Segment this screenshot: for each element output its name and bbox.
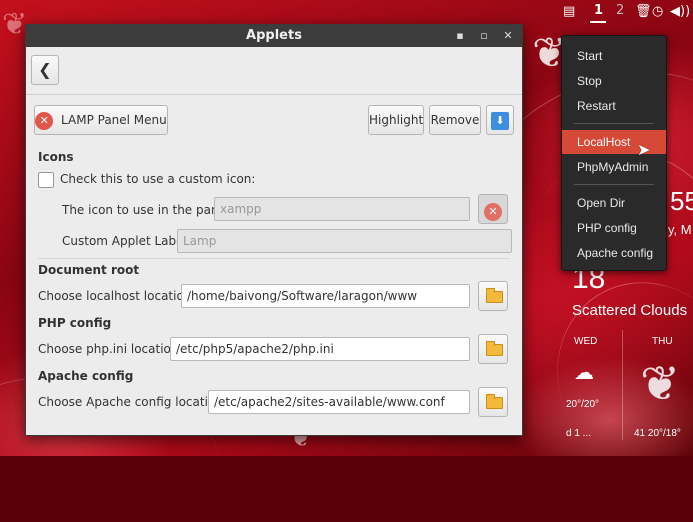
volume-icon[interactable]: ◀)): [670, 4, 690, 19]
apache-browse-button[interactable]: [478, 387, 508, 417]
menu-item-php-config[interactable]: PHP config: [562, 216, 666, 240]
close-icon[interactable]: ✕: [500, 25, 516, 47]
xampp-icon: ✕: [35, 111, 54, 130]
top-panel: ▤ 1 2 🗑 ◷ ◀)): [555, 0, 693, 24]
applets-window: Applets ▪ ▫ ✕ ❮ ✕ LAMP Panel Menu Highli…: [25, 24, 523, 436]
lamp-panel-menu-button[interactable]: ✕ LAMP Panel Menu: [34, 105, 168, 135]
docroot-label: Choose localhost location:: [38, 289, 196, 303]
php-ini-field[interactable]: /etc/php5/apache2/php.ini: [170, 337, 470, 361]
download-button[interactable]: ⬇: [486, 105, 514, 135]
highlight-button[interactable]: Highlight: [368, 105, 424, 135]
panel-icon-chooser-button[interactable]: ✕: [478, 194, 508, 224]
lamp-panel-menu: Start Stop Restart LocalHost PhpMyAdmin …: [561, 35, 667, 271]
docroot-section-title: Document root: [38, 263, 140, 277]
forecast-bottom-left: d 1 ...: [566, 428, 592, 439]
divider: [38, 258, 510, 259]
menu-separator: [574, 123, 654, 124]
butterfly-decoration: ❦: [640, 356, 681, 412]
forecast-day-1: WED: [574, 336, 598, 347]
panel-icon-label: The icon to use in the panel:: [62, 203, 234, 217]
folder-icon: [486, 341, 503, 356]
weather-condition: Scattered Clouds: [572, 302, 688, 319]
workspace-2[interactable]: 2: [616, 3, 624, 18]
xampp-icon: ✕: [484, 203, 502, 221]
docroot-field[interactable]: /home/baivong/Software/laragon/www: [181, 284, 470, 308]
clock-date: y, M: [668, 222, 692, 237]
forecast-day-2: THU: [652, 336, 673, 347]
clock-time: 55: [670, 186, 693, 216]
monitor-icon[interactable]: ▤: [563, 4, 575, 19]
php-browse-button[interactable]: [478, 334, 508, 364]
panel-icon-field[interactable]: xampp: [214, 197, 470, 221]
apache-section-title: Apache config: [38, 369, 134, 383]
apache-label: Choose Apache config location:: [38, 395, 227, 409]
menu-item-start[interactable]: Start: [562, 44, 666, 68]
trash-icon[interactable]: 🗑: [635, 4, 652, 19]
menu-item-restart[interactable]: Restart: [562, 94, 666, 118]
mouse-cursor-icon: ➤: [637, 140, 651, 159]
custom-icon-checkbox[interactable]: [38, 172, 54, 188]
remove-button[interactable]: Remove: [429, 105, 481, 135]
window-toolbar: ❮: [26, 47, 522, 95]
php-label: Choose php.ini location:: [38, 342, 183, 356]
folder-icon: [486, 394, 503, 409]
menu-item-open-dir[interactable]: Open Dir: [562, 191, 666, 215]
custom-label-field[interactable]: Lamp: [177, 229, 512, 253]
docroot-browse-button[interactable]: [478, 281, 508, 311]
folder-icon: [486, 288, 503, 303]
custom-label-label: Custom Applet Label:: [62, 234, 191, 248]
menu-item-apache-config[interactable]: Apache config: [562, 241, 666, 265]
php-section-title: PHP config: [38, 316, 112, 330]
minimize-icon[interactable]: ▪: [452, 25, 468, 47]
icons-section-title: Icons: [38, 150, 74, 164]
window-titlebar[interactable]: Applets ▪ ▫ ✕: [26, 25, 522, 47]
menu-item-stop[interactable]: Stop: [562, 69, 666, 93]
forecast-bottom-right: 41 20°/18°: [634, 428, 681, 439]
window-title: Applets: [246, 28, 302, 43]
butterfly-decoration: ❦: [2, 7, 28, 42]
custom-icon-checkbox-label: Check this to use a custom icon:: [60, 172, 256, 186]
chevron-left-icon: ❮: [38, 60, 52, 79]
menu-separator: [574, 184, 654, 185]
cloud-icon: ☁: [574, 362, 594, 384]
clock-icon[interactable]: ◷: [652, 4, 663, 19]
workspace-active-indicator: [590, 21, 606, 23]
download-icon: ⬇: [491, 112, 509, 130]
back-button[interactable]: ❮: [31, 55, 59, 85]
maximize-icon[interactable]: ▫: [476, 25, 492, 47]
forecast-day-1-temp: 20°/20°: [566, 399, 600, 410]
workspace-1[interactable]: 1: [594, 3, 603, 18]
apache-config-field[interactable]: /etc/apache2/sites-available/www.conf: [208, 390, 470, 414]
